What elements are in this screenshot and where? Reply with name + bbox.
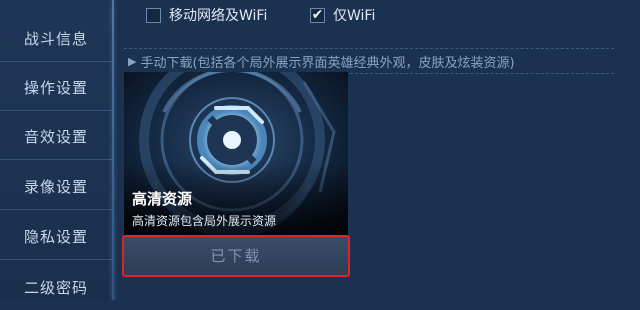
sidebar-item-label: 操作设置 [23, 78, 88, 97]
sidebar-item-label: 隐私设置 [23, 227, 88, 246]
option-label: 移动网络及WiFi [169, 8, 268, 24]
sidebar-item-sound[interactable]: 音效设置 [0, 113, 112, 160]
sidebar-item-label: 战斗信息 [23, 29, 88, 48]
wifi-only-option[interactable]: ✔ 仅WiFi [310, 5, 375, 25]
sidebar-item-label: 音效设置 [23, 127, 88, 146]
hd-resource-card: 高清资源 高清资源包含局外展示资源 [124, 72, 348, 235]
sidebar-item-battle-info[interactable]: 战斗信息 [0, 15, 112, 62]
mobile-network-checkbox[interactable] [146, 7, 161, 23]
note-text: 手动下载(包括各个局外展示界面英雄经典外观，皮肤及炫装资源) [140, 55, 515, 71]
settings-sidebar: 战斗信息 操作设置 音效设置 录像设置 隐私设置 二级密码 [0, 0, 112, 300]
sidebar-item-label: 二级密码 [23, 278, 88, 297]
sidebar-item-privacy[interactable]: 隐私设置 [0, 213, 112, 260]
manual-download-note: ▶ 手动下载(包括各个局外展示界面英雄经典外观，皮肤及炫装资源) [124, 48, 614, 74]
highlight-box [122, 235, 350, 277]
mobile-network-wifi-option[interactable]: 移动网络及WiFi [146, 5, 267, 25]
game-logo-icon [124, 72, 348, 235]
sidebar-item-replay[interactable]: 录像设置 [0, 163, 112, 210]
sidebar-item-secondary-password[interactable]: 二级密码 [0, 264, 112, 310]
option-label: 仅WiFi [333, 8, 376, 24]
wifi-only-checkbox[interactable]: ✔ [310, 7, 325, 23]
checkmark-icon: ✔ [311, 7, 324, 23]
play-arrow-icon: ▶ [128, 54, 137, 68]
download-settings-panel: 移动网络及WiFi ✔ 仅WiFi ▶ 手动下载(包括各个局外展示界面英雄经典外… [114, 0, 640, 300]
resource-title: 高清资源 [132, 190, 193, 208]
resource-description: 高清资源包含局外展示资源 [132, 214, 277, 228]
sidebar-item-label: 录像设置 [23, 177, 88, 196]
sidebar-item-controls[interactable]: 操作设置 [0, 64, 112, 111]
